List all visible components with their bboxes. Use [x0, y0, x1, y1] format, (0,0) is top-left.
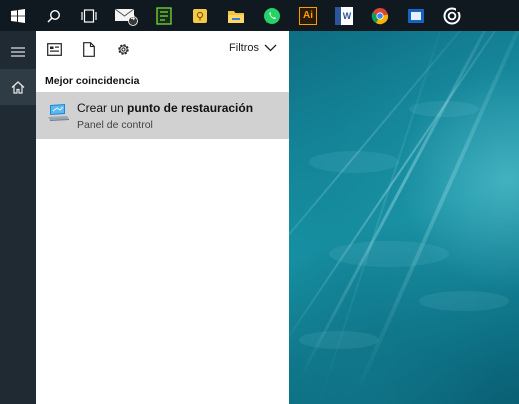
apps-icon[interactable] [46, 41, 62, 57]
circle-app-icon[interactable] [434, 0, 470, 31]
search-icon[interactable] [36, 0, 72, 31]
illustrator-icon[interactable]: Ai [290, 0, 326, 31]
word-label: W [342, 10, 352, 21]
best-match-result[interactable]: Crear un punto de restauración Panel de … [36, 92, 289, 139]
home-button[interactable] [0, 69, 36, 105]
task-view-icon[interactable] [72, 0, 106, 31]
chevron-down-icon [264, 44, 277, 52]
filters-dropdown[interactable]: Filtros [229, 42, 277, 54]
blue-app-icon[interactable] [398, 0, 434, 31]
word-icon[interactable]: W [326, 0, 362, 31]
filters-label: Filtros [229, 42, 259, 54]
settings-icon[interactable] [115, 41, 131, 57]
best-match-title: Crear un punto de restauración [77, 101, 253, 115]
sticky-notes-icon[interactable] [182, 0, 218, 31]
hamburger-menu-icon [11, 47, 25, 57]
search-filter-toolbar: Filtros [36, 31, 289, 67]
start-rail [0, 31, 36, 404]
documents-icon[interactable] [81, 41, 97, 57]
file-explorer-icon[interactable] [218, 0, 254, 31]
chrome-icon[interactable] [362, 0, 398, 31]
title-bold: punto de restauración [127, 101, 254, 115]
home-icon [11, 80, 25, 94]
best-match-subtitle: Panel de control [77, 119, 153, 131]
system-restore-icon [48, 102, 70, 127]
mail-icon[interactable]: 4 [106, 0, 146, 31]
mail-badge: 4 [131, 15, 135, 22]
search-panel: Filtros Mejor coincidencia Crear un punt… [36, 31, 289, 404]
book-app-icon[interactable] [146, 0, 182, 31]
title-prefix: Crear un [77, 101, 128, 115]
hamburger-menu-button[interactable] [0, 34, 36, 70]
whatsapp-icon[interactable] [254, 0, 290, 31]
windows-start-icon[interactable] [0, 0, 36, 31]
desktop-wallpaper [289, 31, 519, 404]
best-match-heading: Mejor coincidencia [45, 75, 140, 87]
illustrator-label: Ai [303, 10, 313, 21]
taskbar: 4 Ai W [0, 0, 519, 31]
